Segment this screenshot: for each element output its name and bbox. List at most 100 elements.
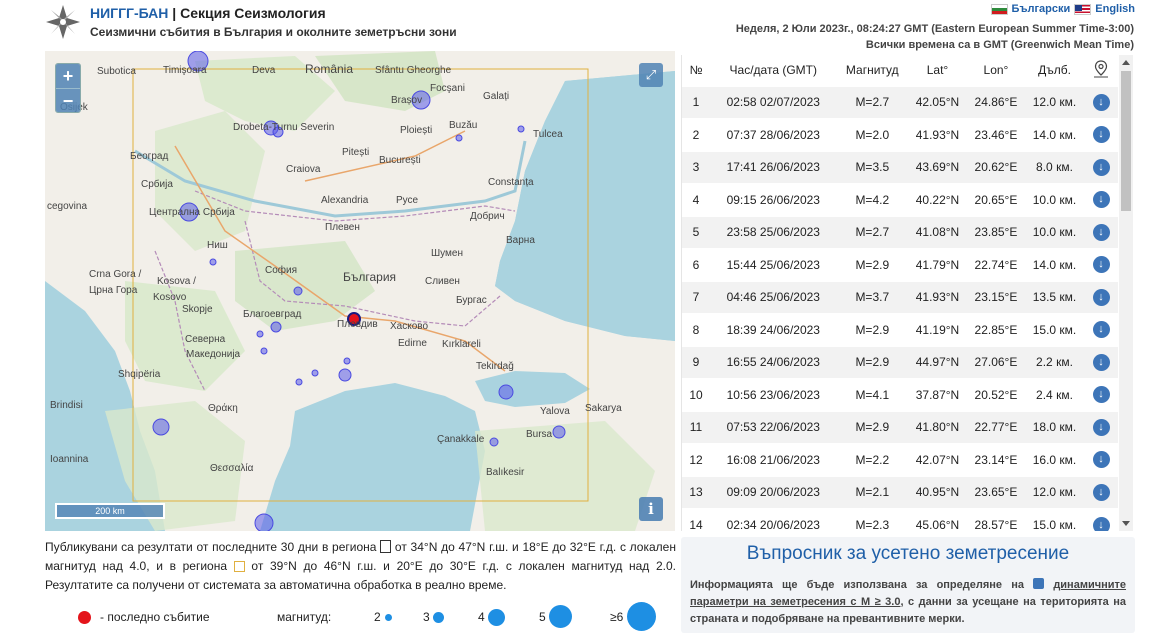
event-marker[interactable] [455,134,463,142]
table-row[interactable]: 5 23:58 25/06/2023 M=2.7 41.08°N 23.85°E 10.0… [682,215,1118,249]
questionnaire-title-link[interactable]: Въпросник за усетено земетресение [681,543,1135,565]
event-marker[interactable] [338,368,352,382]
row-lat: 41.80°N [908,410,967,444]
map-place-label: Constanța [488,177,534,188]
table-row[interactable]: 6 15:44 25/06/2023 M=2.9 41.79°N 22.74°E 14.0… [682,248,1118,281]
row-depth: 15.0 км. [1024,508,1084,531]
row-lat: 42.05°N [908,85,967,119]
event-marker[interactable] [260,347,268,355]
event-marker[interactable] [498,384,514,400]
download-icon[interactable]: ↓ [1092,288,1110,306]
event-marker[interactable] [295,378,303,386]
row-depth: 8.0 км. [1024,150,1084,184]
download-icon[interactable]: ↓ [1092,353,1110,371]
external-link-icon[interactable] [1033,578,1045,589]
download-icon[interactable]: ↓ [1092,256,1110,274]
col-time: Час/дата (GMT) [729,63,817,78]
row-magnitude: M=2.7 [836,85,909,119]
table-scrollbar[interactable] [1119,55,1133,531]
table-row[interactable]: 1 02:58 02/07/2023 M=2.7 42.05°N 24.86°E 12.0… [682,85,1118,119]
seismic-map[interactable]: Timişoara Deva România Sfântu Gheorghe Focşa… [45,51,675,531]
download-icon[interactable]: ↓ [1092,483,1110,501]
events-table-container[interactable]: № Час/дата (GMT) Магнитуд Lat° Lon° Дълб… [681,55,1133,531]
event-marker[interactable] [489,437,499,447]
fullscreen-icon[interactable]: ⤢ [639,63,663,87]
event-marker[interactable] [209,258,217,266]
scroll-down-arrow[interactable] [1122,521,1130,526]
bulgarian-flag-icon[interactable] [990,3,1008,15]
last-event-dot-icon [78,611,91,624]
map-place-label: Galați [483,91,509,102]
desc-part-1: Публикувани са резултати от последните 3… [45,540,377,554]
table-row[interactable]: 8 18:39 24/06/2023 M=2.9 41.19°N 22.85°E 15.0… [682,313,1118,346]
map-place-label: Buzău [449,120,477,131]
table-row[interactable]: 9 16:55 24/06/2023 M=2.9 44.97°N 27.06°E 2.2 … [682,345,1118,379]
download-icon[interactable]: ↓ [1092,418,1110,436]
event-marker[interactable] [293,286,303,296]
info-button[interactable]: i [639,497,663,521]
row-lon: 22.74°E [966,248,1025,281]
map-place-label: Tulcea [533,129,563,140]
map-place-label: Sfântu Gheorghe [375,65,452,76]
zoom-control: + − [55,63,81,113]
event-marker[interactable] [256,330,264,338]
lang-en-link[interactable]: English [1095,3,1135,15]
event-marker[interactable] [270,321,282,333]
download-icon[interactable]: ↓ [1092,386,1110,404]
zoom-out-button[interactable]: − [56,88,80,112]
event-marker[interactable] [152,418,170,436]
scroll-up-arrow[interactable] [1122,60,1130,65]
map-place-label: cegovina [47,201,87,212]
map-place-label: Београд [130,151,168,162]
row-magnitude: M=2.3 [836,508,909,531]
row-magnitude: M=2.9 [836,345,909,379]
col-map-pin[interactable] [1084,55,1118,86]
download-icon[interactable]: ↓ [1092,93,1110,111]
row-depth: 13.5 км. [1024,280,1084,314]
map-place-label: Варна [506,235,535,246]
map-pin-icon[interactable] [1093,60,1109,78]
row-number: 10 [682,378,710,411]
us-flag-icon[interactable] [1074,3,1092,15]
download-icon[interactable]: ↓ [1092,223,1110,241]
mag-4-label: 4 [478,610,485,624]
scroll-thumb[interactable] [1121,71,1131,211]
event-marker[interactable] [343,357,351,365]
table-row[interactable]: 11 07:53 22/06/2023 M=2.9 41.80°N 22.77°E 18.… [682,410,1118,444]
zoom-in-button[interactable]: + [56,64,80,88]
site-title: НИГГГ-БАН | Секция Сеизмология [90,5,326,21]
map-place-label: Skopje [182,304,213,315]
table-row[interactable]: 12 16:08 21/06/2023 M=2.2 42.07°N 23.14°E 16.… [682,443,1118,476]
table-row[interactable]: 14 02:34 20/06/2023 M=2.3 45.06°N 28.57°E 15.… [682,508,1118,531]
lang-bg-link[interactable]: Български [1012,3,1071,15]
row-time: 09:15 26/06/2023 [710,183,837,216]
map-place-label: Craiova [286,164,321,175]
download-icon[interactable]: ↓ [1092,451,1110,469]
table-row[interactable]: 2 07:37 28/06/2023 M=2.0 41.93°N 23.46°E 14.0… [682,118,1118,151]
table-row[interactable]: 13 09:09 20/06/2023 M=2.1 40.95°N 23.65°E 12.… [682,475,1118,509]
event-marker[interactable] [552,425,566,439]
download-icon[interactable]: ↓ [1092,158,1110,176]
download-icon[interactable]: ↓ [1092,321,1110,339]
event-marker[interactable] [311,369,319,377]
table-row[interactable]: 7 04:46 25/06/2023 M=3.7 41.93°N 23.15°E 13.5… [682,280,1118,314]
table-row[interactable]: 3 17:41 26/06/2023 M=3.5 43.69°N 20.62°E 8.0 … [682,150,1118,184]
row-lon: 20.65°E [966,183,1025,216]
map-place-label: Brindisi [50,400,83,411]
row-download-cell: ↓ [1084,378,1118,411]
row-depth: 10.0 км. [1024,183,1084,216]
table-row[interactable]: 10 10:56 23/06/2023 M=4.1 37.87°N 20.52°E 2.4… [682,378,1118,411]
map-place-label: Deva [252,65,276,76]
row-lat: 41.93°N [908,118,967,151]
event-marker[interactable] [517,125,525,133]
download-icon[interactable]: ↓ [1092,126,1110,144]
event-marker[interactable] [254,513,274,531]
map-place-label: Yalova [540,406,570,417]
row-depth: 10.0 км. [1024,215,1084,249]
download-icon[interactable]: ↓ [1092,516,1110,531]
map-place-label: Пловдив [337,319,378,330]
download-icon[interactable]: ↓ [1092,191,1110,209]
map-canvas[interactable]: Timişoara Deva România Sfântu Gheorghe Focşa… [45,51,675,531]
table-row[interactable]: 4 09:15 26/06/2023 M=4.2 40.22°N 20.65°E 10.0… [682,183,1118,216]
brand-name[interactable]: НИГГГ-БАН [90,5,168,21]
